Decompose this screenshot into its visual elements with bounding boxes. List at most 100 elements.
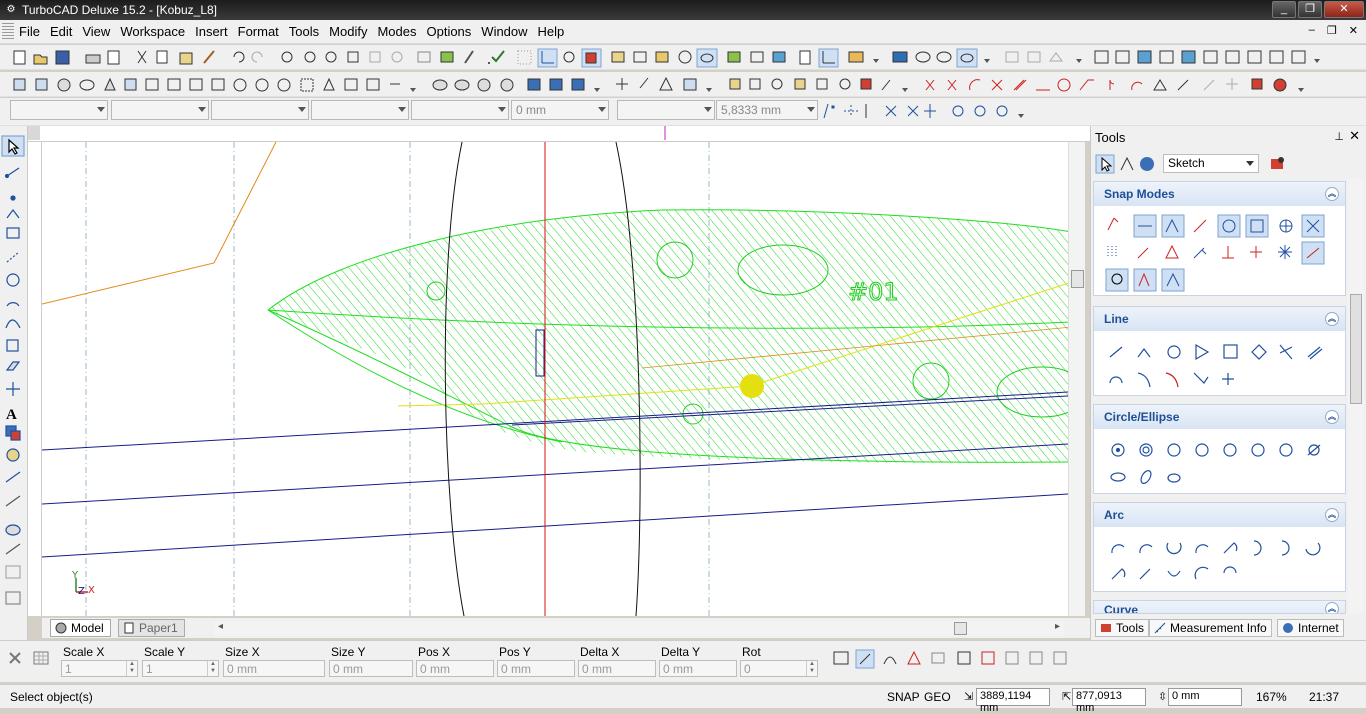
horizontal-ruler — [28, 126, 1090, 142]
snap-toolbar-icons[interactable] — [820, 100, 1030, 122]
scale-x-field[interactable]: 1 ▲ ▼ — [61, 660, 138, 677]
doc-close-button[interactable]: ✕ — [1349, 24, 1358, 37]
line-header[interactable]: Line ︽ — [1094, 307, 1345, 331]
curve-header[interactable]: Curve ︽ — [1094, 601, 1345, 613]
collapse-icon: ︽ — [1325, 312, 1339, 326]
size-y-field[interactable]: 0 mm — [329, 660, 413, 677]
menu-tools[interactable]: Tools — [284, 24, 324, 39]
close-inspector-icon[interactable] — [8, 651, 22, 665]
menu-file[interactable]: File — [14, 24, 45, 39]
arc-header[interactable]: Arc ︽ — [1094, 503, 1345, 527]
text-size-combo[interactable]: 5,8333 mm — [716, 100, 818, 120]
geo-indicator[interactable]: GEO — [924, 690, 951, 704]
standard-toolbar-icons[interactable] — [0, 45, 1366, 70]
selection-marker — [740, 374, 764, 398]
size-x-field[interactable]: 0 mm — [223, 660, 325, 677]
close-button[interactable]: ✕ — [1324, 1, 1364, 18]
menu-edit[interactable]: Edit — [45, 24, 77, 39]
palette-settings-icon[interactable] — [1269, 155, 1287, 173]
scale-y-field[interactable]: 1 ▲ ▼ — [142, 660, 219, 677]
menu-modify[interactable]: Modify — [324, 24, 372, 39]
tab-tools[interactable]: Tools — [1095, 619, 1150, 637]
menu-options[interactable]: Options — [421, 24, 476, 39]
canvas-vscroll-thumb[interactable] — [1071, 270, 1084, 288]
palette-mode-select[interactable]: Sketch — [1163, 154, 1259, 173]
toolbar-grip[interactable] — [2, 22, 14, 41]
svg-text:A: A — [6, 407, 17, 423]
menu-workspace[interactable]: Workspace — [115, 24, 190, 39]
arc-tool-icons[interactable] — [1094, 527, 1347, 591]
model-drawing[interactable]: #01 Y Z X — [42, 142, 1068, 616]
canvas-horizontal-scrollbar[interactable]: ◂ ▸ — [214, 621, 1064, 636]
menu-format[interactable]: Format — [233, 24, 284, 39]
pattern-combo[interactable] — [411, 100, 509, 120]
font-combo[interactable] — [617, 100, 715, 120]
x-coordinate-field[interactable]: 3889,1194 mm — [976, 688, 1050, 714]
standard-toolbar — [0, 45, 1366, 70]
snap-mode-icons[interactable] — [1094, 206, 1347, 296]
line-tool-icons[interactable] — [1094, 331, 1347, 395]
pos-x-field[interactable]: 0 mm — [416, 660, 494, 677]
menu-modes[interactable]: Modes — [372, 24, 421, 39]
canvas-hscroll-thumb[interactable] — [954, 622, 967, 635]
delta-y-field[interactable]: 0 mm — [659, 660, 737, 677]
collapse-icon: ︽ — [1325, 187, 1339, 201]
menu-insert[interactable]: Insert — [190, 24, 233, 39]
menu-view[interactable]: View — [77, 24, 115, 39]
panel-close-icon[interactable]: ✕ — [1349, 128, 1360, 144]
tab-model[interactable]: Model — [50, 619, 111, 637]
canvas-vertical-scrollbar[interactable] — [1068, 142, 1085, 616]
drawing-toolbar — [0, 72, 1366, 97]
ucs-x-label: X — [88, 585, 95, 596]
y-coordinate-field[interactable]: 877,0913 mm — [1072, 688, 1146, 714]
scroll-left-icon[interactable]: ◂ — [218, 621, 223, 632]
pos-x-label: Pos X — [418, 645, 451, 659]
rot-label: Rot — [742, 645, 761, 659]
panel-mode-icons[interactable] — [1095, 154, 1159, 174]
drawing-canvas[interactable]: #01 Y Z X — [42, 142, 1068, 616]
section-line: Line ︽ — [1093, 306, 1346, 396]
left-tool-icons[interactable]: A — [0, 126, 28, 642]
inspector-tool-icons[interactable] — [830, 647, 1080, 669]
tab-internet[interactable]: Internet — [1277, 619, 1344, 637]
tab-paper1[interactable]: Paper1 — [118, 619, 185, 637]
title-bar: ⚙ TurboCAD Deluxe 15.2 - [Kobuz_L8] _ ❐ … — [0, 0, 1366, 20]
snap-indicator[interactable]: SNAP — [887, 690, 920, 704]
left-tool-palette: A — [0, 126, 28, 642]
measurement-icon — [1154, 622, 1166, 634]
line-style-combo[interactable] — [211, 100, 309, 120]
section-arc: Arc ︽ — [1093, 502, 1346, 592]
grid-icon[interactable] — [33, 651, 49, 665]
snap-modes-header[interactable]: Snap Modes ︽ — [1094, 182, 1345, 206]
drawing-toolbar-icons[interactable] — [0, 72, 1366, 97]
tools-icon — [1101, 624, 1111, 632]
tools-panel-scrollbar[interactable] — [1348, 178, 1364, 614]
minimize-button[interactable]: _ — [1272, 1, 1296, 18]
pos-y-field[interactable]: 0 mm — [497, 660, 575, 677]
tools-panel-scroll-thumb[interactable] — [1350, 294, 1362, 404]
menu-help[interactable]: Help — [533, 24, 570, 39]
rot-field[interactable]: 0 ▲ ▼ — [740, 660, 818, 677]
tab-paper1-label: Paper1 — [139, 621, 178, 635]
maximize-button[interactable]: ❐ — [1298, 1, 1322, 18]
pin-icon[interactable]: ⊥ — [1334, 130, 1344, 143]
tab-measurement-info[interactable]: Measurement Info — [1149, 619, 1272, 637]
doc-restore-button[interactable]: ❐ — [1327, 24, 1337, 37]
circle-ellipse-header[interactable]: Circle/Ellipse ︽ — [1094, 405, 1345, 429]
doc-minimize-button[interactable]: – — [1309, 24, 1315, 37]
delta-x-field[interactable]: 0 mm — [578, 660, 656, 677]
layer-combo[interactable] — [10, 100, 108, 120]
paper-icon — [124, 622, 134, 634]
ucs-icon: Y Z X — [71, 570, 95, 597]
z-coord-icon: ⇳ — [1158, 691, 1168, 703]
line-width-combo[interactable]: 0 mm — [511, 100, 609, 120]
circle-tool-icons[interactable] — [1094, 429, 1347, 493]
menu-window[interactable]: Window — [476, 24, 532, 39]
z-coordinate-field[interactable]: 0 mm — [1168, 688, 1242, 706]
turbocad-app-icon[interactable]: ⚙ — [4, 3, 18, 17]
pen-color-combo[interactable] — [111, 100, 209, 120]
scroll-right-icon[interactable]: ▸ — [1055, 621, 1060, 632]
status-prompt: Select object(s) — [10, 690, 93, 704]
vertical-ruler — [28, 142, 42, 616]
brush-combo[interactable] — [311, 100, 409, 120]
